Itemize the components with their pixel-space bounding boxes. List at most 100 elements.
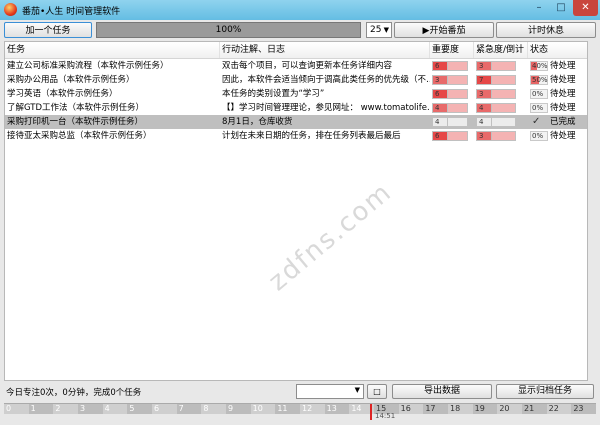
column-action[interactable]: 行动注解、日志 — [220, 42, 430, 58]
task-table: 任务 行动注解、日志 重要度 紧急度/倒计 状态 建立公司标准采购流程（本软件示… — [4, 41, 588, 381]
maximize-button[interactable]: □ — [550, 0, 572, 16]
timeline-hour-label: 0 — [6, 404, 12, 413]
importance-value: 4 — [435, 104, 440, 112]
importance-cell: 6 — [430, 59, 474, 73]
importance-meter: 4 — [432, 103, 448, 113]
table-row[interactable]: 了解GTD工作法（本软件示例任务） 【】学习时间管理理论，参见网址： www.to… — [5, 101, 587, 115]
start-pomodoro-button[interactable]: ▶开始番茄 — [394, 22, 494, 38]
progress-percent: 50% — [532, 76, 548, 84]
focus-summary: 今日专注0次，0分钟，完成0个任务 — [6, 388, 142, 398]
day-timeline[interactable]: 0 1 2 3 4 5 6 7 8 9 10 11 12 13 14 15 16 17 18 19 20 21 22 23 — [4, 403, 596, 420]
task-name: 采购办公用品（本软件示例任务） — [7, 75, 135, 85]
task-action-note: 8月1日，仓库收货 — [222, 117, 293, 127]
table-row[interactable]: 学习英语（本软件示例任务） 本任务的类别设置为“学习” 6 3 0% 待处理 — [5, 87, 587, 101]
pomodoro-minutes-value: 25 — [370, 25, 382, 35]
importance-value: 3 — [435, 76, 440, 84]
table-row[interactable]: 采购打印机一台（本软件示例任务） 8月1日，仓库收货 4 4 ✓ 已完成 — [5, 115, 587, 129]
current-time-label: 14:51 — [375, 412, 396, 420]
importance-meter: 6 — [432, 131, 448, 141]
task-name: 采购打印机一台（本软件示例任务） — [7, 117, 144, 127]
column-task[interactable]: 任务 — [5, 42, 220, 58]
importance-value: 4 — [435, 118, 440, 126]
timeline-hour-label: 1 — [30, 404, 36, 413]
table-row[interactable]: 采购办公用品（本软件示例任务） 因此，本软件会适当倾向于调高此类任务的优先级（不…… — [5, 73, 587, 87]
importance-track — [448, 61, 468, 71]
progress-meter: 0% — [530, 89, 548, 99]
progress-percent: 0% — [532, 132, 544, 140]
status-badge: 待处理 — [550, 103, 576, 113]
timed-rest-button[interactable]: 计时休息 — [496, 22, 596, 38]
importance-meter: 6 — [432, 61, 448, 71]
timeline-hour-label: 21 — [524, 404, 535, 413]
importance-cell: 6 — [430, 87, 474, 101]
task-action-note: 【】学习时间管理理论，参见网址： www.tomatolife.c… — [222, 103, 430, 113]
importance-meter: 6 — [432, 89, 448, 99]
task-action-note: 因此，本软件会适当倾向于调高此类任务的优先级（不… — [222, 75, 430, 85]
task-action-note: 本任务的类别设置为“学习” — [222, 89, 325, 99]
timeline-hour-label: 4 — [104, 404, 110, 413]
status-cell: 0% 待处理 — [528, 87, 587, 101]
importance-track — [448, 75, 468, 85]
table-row[interactable]: 建立公司标准采购流程（本软件示例任务） 双击每个项目，可以查询更新本任务详细内容 6… — [5, 59, 587, 73]
urgency-cell: 3 — [474, 59, 528, 73]
urgency-meter: 7 — [476, 75, 492, 85]
progress-percent: 0% — [532, 90, 544, 98]
close-button[interactable]: ✕ — [573, 0, 598, 16]
urgency-value: 7 — [479, 76, 484, 84]
current-time-marker — [370, 404, 373, 420]
timeline-hour-label: 22 — [548, 404, 559, 413]
urgency-meter: 3 — [476, 131, 492, 141]
urgency-cell: 4 — [474, 101, 528, 115]
timeline-hour-label: 2 — [55, 404, 61, 413]
progress-meter: 40% — [530, 61, 548, 71]
filter-select[interactable]: ▼ — [296, 384, 364, 399]
task-name: 学习英语（本软件示例任务） — [7, 89, 118, 99]
urgency-value: 3 — [479, 90, 484, 98]
timeline-hour-label: 9 — [228, 404, 234, 413]
small-square-button[interactable]: □ — [367, 384, 387, 399]
column-status[interactable]: 状态 — [528, 42, 587, 58]
task-action-note: 计划在未来日期的任务，排在任务列表最后最后 — [222, 131, 401, 141]
status-cell: 0% 待处理 — [528, 129, 587, 143]
tomato-app-icon — [4, 3, 17, 16]
urgency-track — [492, 89, 516, 99]
status-cell: 40% 待处理 — [528, 59, 587, 73]
watermark: zdfns.com — [263, 176, 399, 298]
urgency-track — [492, 61, 516, 71]
column-urgency[interactable]: 紧急度/倒计 — [474, 42, 528, 58]
importance-value: 6 — [435, 132, 440, 140]
importance-track — [448, 117, 468, 127]
timeline-hour-label: 16 — [400, 404, 411, 413]
urgency-cell: 3 — [474, 87, 528, 101]
status-badge: 待处理 — [550, 61, 576, 71]
urgency-meter: 4 — [476, 117, 492, 127]
minimize-button[interactable]: – — [528, 0, 550, 16]
progress-percent: 40% — [532, 62, 548, 70]
timeline-hour-label: 3 — [80, 404, 86, 413]
timeline-hour-label: 12 — [302, 404, 313, 413]
add-task-button[interactable]: 加一个任务 — [4, 22, 92, 38]
urgency-meter: 4 — [476, 103, 492, 113]
task-name: 接待亚太采购总监（本软件示例任务） — [7, 131, 152, 141]
urgency-cell: 7 — [474, 73, 528, 87]
importance-value: 6 — [435, 90, 440, 98]
importance-cell: 6 — [430, 129, 474, 143]
export-data-button[interactable]: 导出数据 — [392, 384, 492, 399]
column-importance[interactable]: 重要度 — [430, 42, 474, 58]
timeline-hour-label: 6 — [154, 404, 160, 413]
importance-cell: 4 — [430, 101, 474, 115]
status-cell: 50% 待处理 — [528, 73, 587, 87]
pomodoro-minutes-select[interactable]: 25 ▼ — [366, 22, 392, 38]
status-badge: 已完成 — [550, 117, 576, 127]
chevron-down-icon: ▼ — [383, 26, 389, 34]
table-row[interactable]: 接待亚太采购总监（本软件示例任务） 计划在未来日期的任务，排在任务列表最后最后 6 3… — [5, 129, 587, 143]
urgency-cell: 3 — [474, 129, 528, 143]
timeline-hour-label: 20 — [499, 404, 510, 413]
status-cell: ✓ 已完成 — [528, 115, 587, 129]
timeline-hour-label: 14 — [351, 404, 362, 413]
task-name: 了解GTD工作法（本软件示例任务） — [7, 103, 145, 113]
urgency-cell: 4 — [474, 115, 528, 129]
title-bar: 番茄•人生 时间管理软件 – □ ✕ — [0, 0, 600, 20]
show-archive-button[interactable]: 显示归档任务 — [496, 384, 594, 399]
importance-track — [448, 89, 468, 99]
